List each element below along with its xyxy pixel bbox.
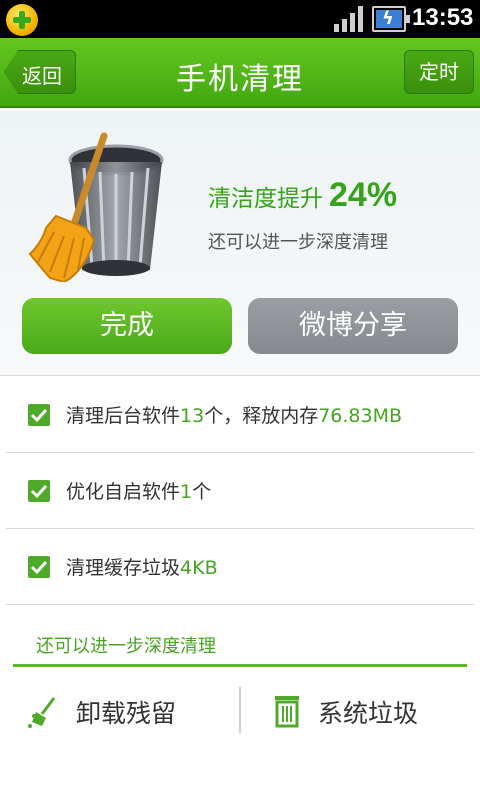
- checkbox-checked-icon[interactable]: [28, 480, 50, 502]
- clean-score-label: 清洁度提升: [208, 186, 323, 212]
- uninstall-residue-button[interactable]: 卸载残留: [26, 686, 226, 734]
- result-text: 清理缓存垃圾4KB: [66, 557, 218, 579]
- deep-clean-label: 还可以进一步深度清理: [36, 636, 216, 657]
- result-text: 清理后台软件13个，释放内存76.83MB: [66, 405, 403, 427]
- section-divider: [13, 664, 467, 667]
- 360-plus-icon: [6, 4, 38, 36]
- result-row-autostart[interactable]: 优化自启软件1个: [0, 453, 480, 529]
- broom-trash-can-icon: [28, 132, 164, 282]
- clean-subtitle: 还可以进一步深度清理: [208, 232, 388, 253]
- result-row-background-apps[interactable]: 清理后台软件13个，释放内存76.83MB: [0, 377, 480, 453]
- clean-result-panel: 清洁度提升 24% 还可以进一步深度清理 完成 微博分享: [0, 110, 480, 376]
- timer-button[interactable]: 定时: [404, 50, 474, 94]
- result-text: 优化自启软件1个: [66, 481, 212, 503]
- weibo-share-button[interactable]: 微博分享: [248, 298, 458, 354]
- clean-score-value: 24%: [329, 176, 398, 214]
- status-bar: ϟ 13:53: [0, 0, 480, 38]
- battery-charging-icon: ϟ: [372, 6, 410, 32]
- checkbox-checked-icon[interactable]: [28, 556, 50, 578]
- clean-score: 清洁度提升 24%: [208, 176, 397, 215]
- signal-icon: [334, 6, 366, 32]
- system-junk-label: 系统垃圾: [318, 699, 419, 728]
- system-junk-button[interactable]: 系统垃圾: [272, 686, 462, 734]
- uninstall-residue-label: 卸载残留: [76, 699, 177, 728]
- tool-separator: [239, 687, 241, 733]
- status-time: 13:53: [412, 4, 474, 31]
- broom-icon: [28, 697, 56, 728]
- result-row-cache[interactable]: 清理缓存垃圾4KB: [0, 529, 480, 605]
- title-bar: 返回 手机清理 定时: [0, 38, 480, 108]
- trash-icon: [275, 696, 299, 728]
- done-button[interactable]: 完成: [22, 298, 232, 354]
- checkbox-checked-icon[interactable]: [28, 404, 50, 426]
